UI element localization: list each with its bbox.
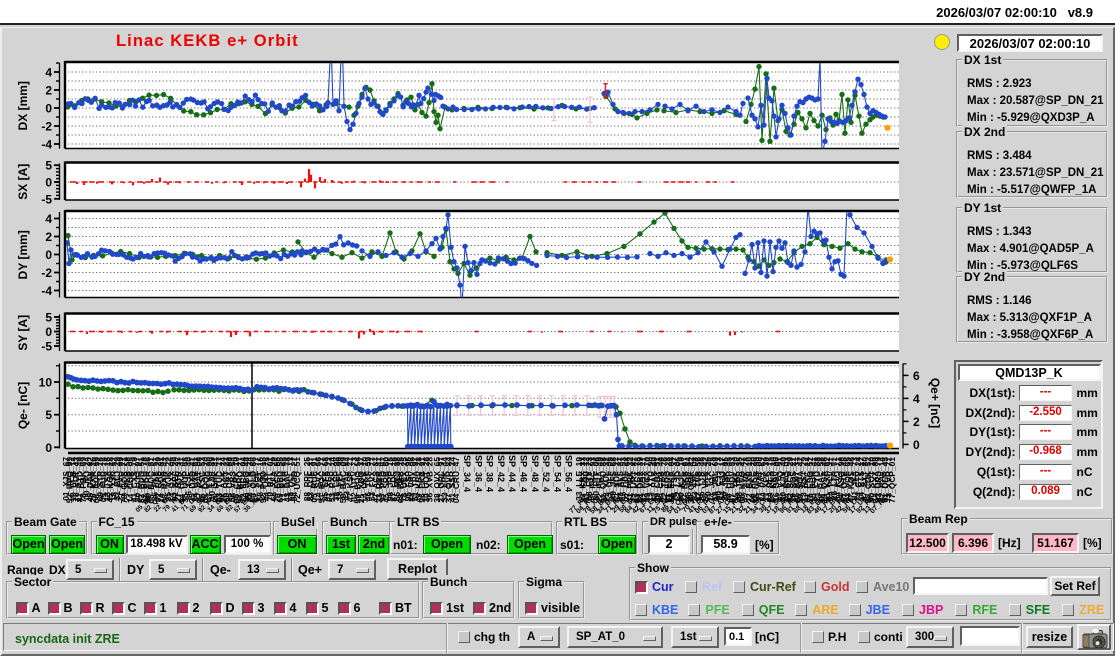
svg-text:-5: -5 [41,192,52,206]
svg-text:SP_48_4: SP_48_4 [530,455,540,492]
svg-text:5: 5 [45,408,52,422]
svg-text:5: 5 [45,311,52,325]
svg-text:-5: -5 [41,340,52,354]
svg-text:SP_56_4: SP_56_4 [564,455,574,492]
svg-text:4: 4 [913,392,920,406]
svg-text:4: 4 [45,212,52,226]
svg-text:Qe- [nC]: Qe- [nC] [16,382,30,429]
svg-text:0: 0 [45,176,52,190]
svg-text:-2: -2 [41,266,52,280]
svg-text:DX [mm]: DX [mm] [16,81,30,130]
svg-text:DY [mm]: DY [mm] [16,230,30,279]
svg-text:0: 0 [45,325,52,339]
svg-text:SP_42_4: SP_42_4 [496,455,506,492]
svg-text:2: 2 [913,415,920,429]
svg-text:0: 0 [45,102,52,116]
svg-text:4: 4 [45,66,52,80]
svg-text:2: 2 [45,84,52,98]
svg-text:0: 0 [913,438,920,452]
svg-text:Qe+ [nC]: Qe+ [nC] [928,378,942,428]
svg-text:6: 6 [913,369,920,383]
svg-text:5: 5 [45,159,52,173]
svg-text:SP_36_4: SP_36_4 [473,455,483,492]
svg-text:SP_54_4: SP_54_4 [552,455,562,492]
svg-text:SP_44_4: SP_44_4 [507,455,517,492]
svg-text:SY [A]: SY [A] [16,315,30,351]
svg-text:2: 2 [45,230,52,244]
svg-text:0: 0 [45,248,52,262]
svg-text:77_QCP_01: 77_QCP_01 [887,457,897,503]
svg-text:SP_38_4: SP_38_4 [485,455,495,492]
svg-text:-2: -2 [41,120,52,134]
svg-text:SX [A]: SX [A] [16,164,30,200]
svg-text:SP_46_4: SP_46_4 [519,455,529,492]
svg-text:0: 0 [45,441,52,455]
svg-text:SP_34_4: SP_34_4 [462,455,472,492]
svg-text:SP_52_4: SP_52_4 [541,455,551,492]
svg-text:04_CRU_47: 04_CRU_47 [451,457,461,503]
svg-text:72_UCQ_51: 72_UCQ_51 [292,457,302,504]
svg-text:-4: -4 [41,284,52,298]
svg-text:10: 10 [39,376,53,390]
svg-text:-4: -4 [41,138,52,152]
